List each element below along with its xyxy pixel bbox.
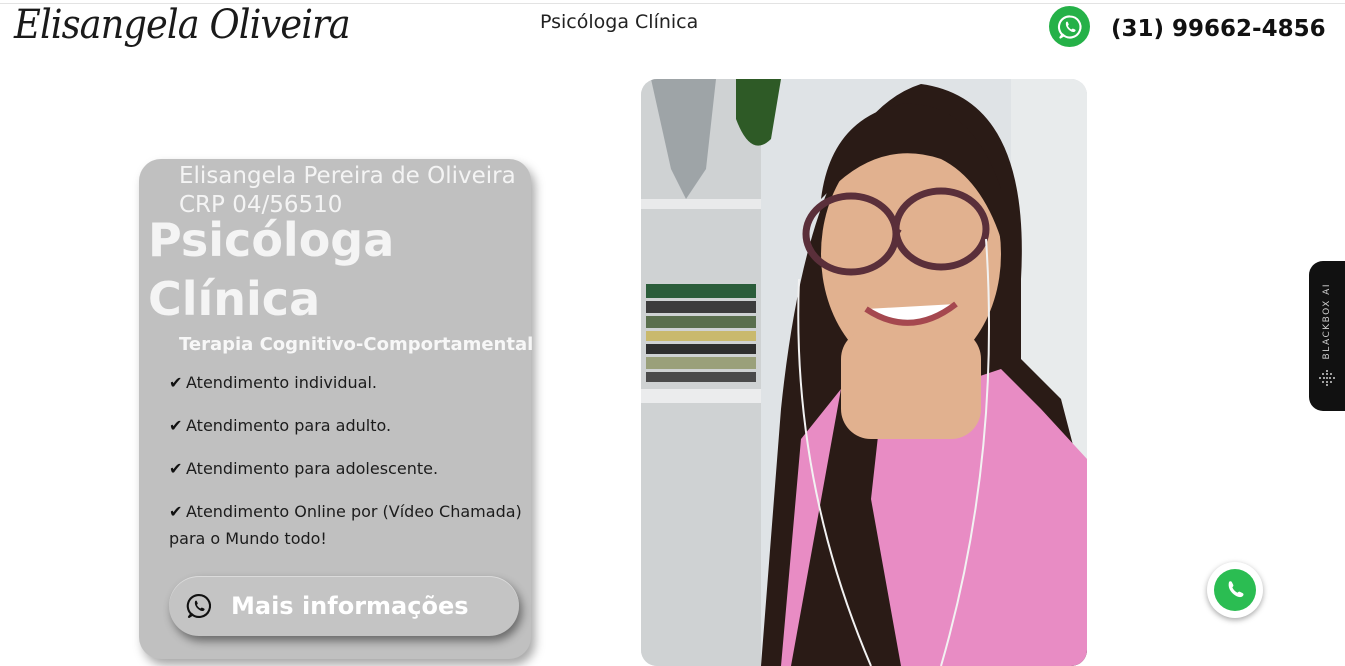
floating-call-circle [1214,569,1256,611]
portrait-illustration [641,79,1087,666]
psychologist-name: Elisangela Pereira de Oliveira [179,163,516,189]
dots-icon [1319,370,1335,387]
floating-call-button[interactable] [1207,562,1263,618]
blackbox-ai-label: BLACKBOX AI [1322,283,1332,360]
psychologist-photo [641,79,1087,666]
more-info-label: Mais informações [231,592,469,620]
logo[interactable]: Elisangela Oliveira [14,2,351,48]
more-info-button[interactable]: Mais informações [169,576,519,636]
header-whatsapp-button[interactable] [1049,6,1090,47]
blackbox-ai-tab[interactable]: BLACKBOX AI [1309,261,1345,411]
feature-item: ✔ Atendimento Online por (Vídeo Chamada) … [169,498,529,552]
phone-icon [1228,581,1244,598]
check-icon: ✔ [169,502,183,521]
check-icon: ✔ [169,459,183,478]
feature-list: ✔ Atendimento individual. ✔ Atendimento pa… [169,369,529,568]
whatsapp-icon [186,594,211,618]
hero-headline: Psicóloga Clínica [148,213,395,326]
whatsapp-icon [1057,14,1081,39]
phone-number[interactable]: (31) 99662-4856 [1111,16,1326,42]
hero-card: Elisangela Pereira de Oliveira CRP 04/56… [139,159,534,659]
check-icon: ✔ [169,416,183,435]
feature-item: ✔ Atendimento para adolescente. [169,455,529,482]
feature-text: Atendimento para adolescente. [186,459,439,478]
feature-item: ✔ Atendimento para adulto. [169,412,529,439]
feature-text: Atendimento para adulto. [186,416,392,435]
header-title: Psicóloga Clínica [540,11,699,33]
feature-text: Atendimento individual. [186,373,377,392]
feature-text: Atendimento Online por (Vídeo Chamada) p… [169,502,522,548]
feature-item: ✔ Atendimento individual. [169,369,529,396]
check-icon: ✔ [169,373,183,392]
hero-subtitle: Terapia Cognitivo-Comportamental [179,334,534,355]
